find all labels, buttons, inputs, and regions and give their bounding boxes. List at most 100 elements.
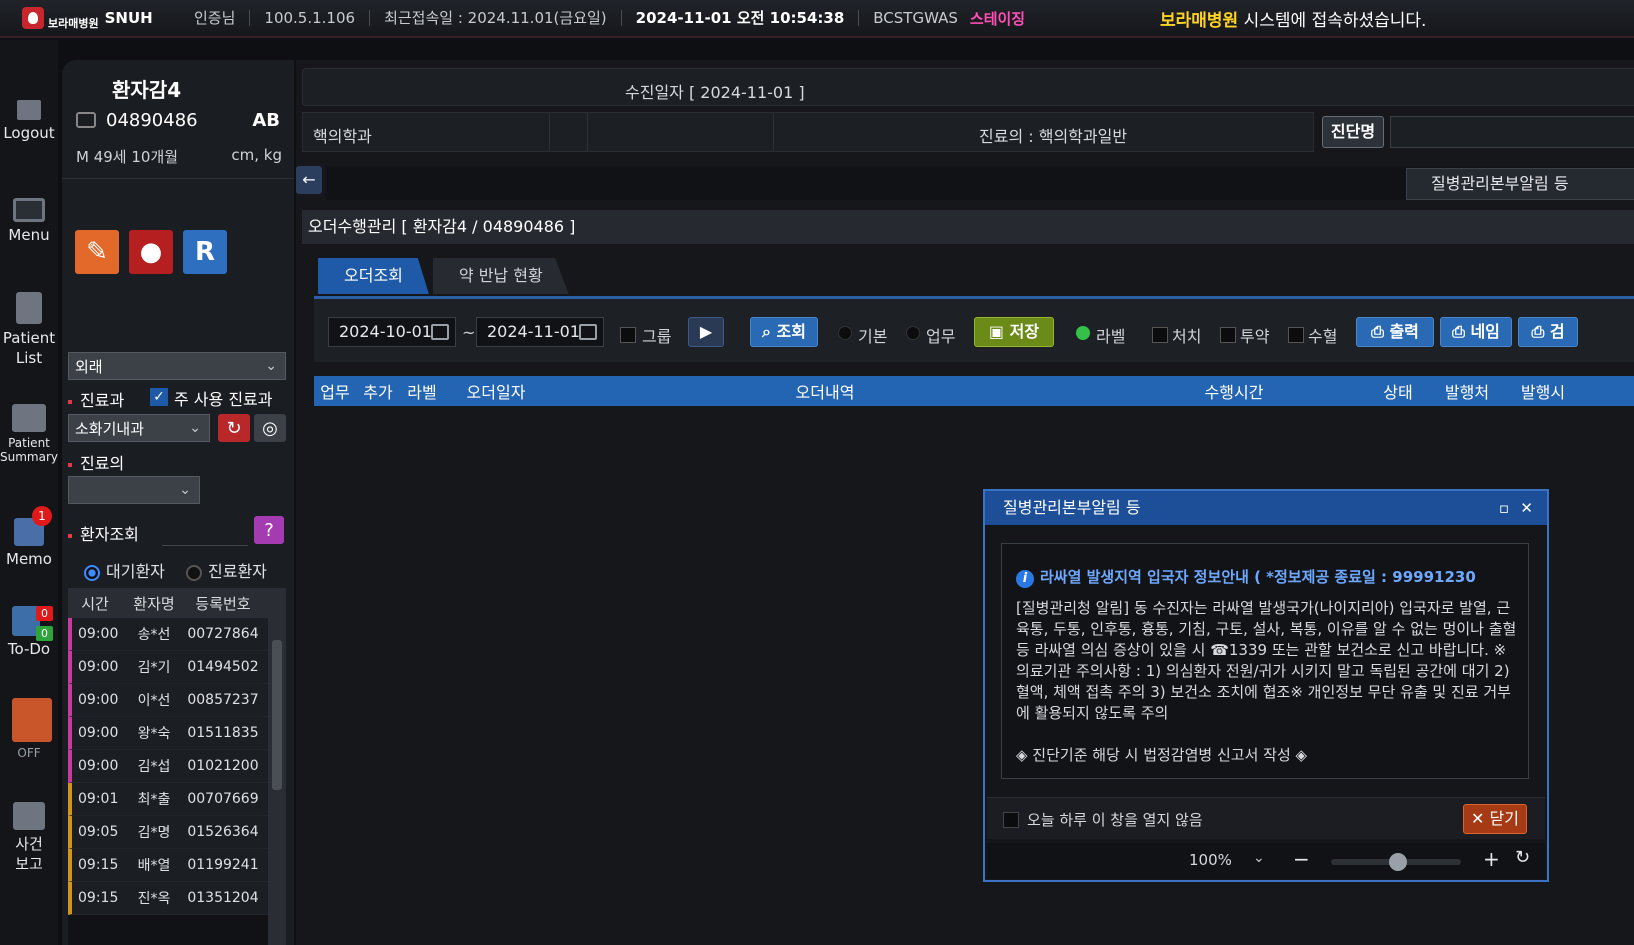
- zoom-slider[interactable]: [1331, 853, 1461, 871]
- order-table-header: 업무 추가 라벨 오더일자 오더내역 수행시간 상태 발행처 발행시: [314, 376, 1634, 406]
- print-button[interactable]: ⎙ 출력: [1356, 317, 1434, 347]
- popup-body: i 라싸열 발생지역 입국자 정보안내 ( *정보제공 종료일 : 9999123…: [1001, 543, 1529, 779]
- zoom-dropdown-icon[interactable]: ⌄: [1253, 850, 1265, 866]
- zoom-out-icon[interactable]: −: [1293, 847, 1310, 871]
- play-button[interactable]: ▶: [688, 317, 724, 347]
- camera-icon[interactable]: [76, 112, 96, 128]
- disease-alert-button[interactable]: 질병관리본부알림 등: [1406, 168, 1634, 200]
- col-order-date: 오더일자: [466, 383, 526, 402]
- col-work: 업무: [320, 383, 350, 402]
- row-time: 09:15: [78, 857, 119, 873]
- table-row[interactable]: 09:15 진*옥 01351204: [68, 882, 286, 915]
- current-datetime: 2024-11-01 오전 10:54:38: [622, 10, 860, 26]
- main-dept-checkbox[interactable]: ✓: [150, 388, 168, 406]
- doctor-label: 진료의: [68, 450, 124, 474]
- dont-show-checkbox[interactable]: [1003, 812, 1019, 828]
- radio-label[interactable]: [1076, 326, 1090, 340]
- divider: [587, 113, 588, 151]
- row-id: 00857237: [187, 692, 259, 708]
- lock-icon: [17, 100, 41, 120]
- nav-patient-summary-label-2: Summary: [0, 450, 58, 464]
- monitor-icon: [13, 198, 45, 222]
- diagnosis-input[interactable]: [1390, 116, 1634, 148]
- tab-order-view[interactable]: 오더조회: [318, 258, 429, 294]
- treat-checkbox[interactable]: [1152, 327, 1168, 343]
- chevron-down-icon: ⌄: [179, 482, 191, 498]
- nav-menu[interactable]: Menu: [0, 198, 58, 244]
- nav-logout[interactable]: Logout: [0, 90, 58, 142]
- zoom-reset-icon[interactable]: ↻: [1515, 847, 1530, 868]
- calendar-icon[interactable]: [579, 324, 597, 340]
- table-row[interactable]: 09:00 송*선 00727864: [68, 618, 286, 651]
- close-button[interactable]: ✕ 닫기: [1463, 804, 1527, 834]
- popup-title: 질병관리본부알림 등: [1003, 498, 1141, 517]
- table-row[interactable]: 09:15 배*열 01199241: [68, 849, 286, 882]
- visit-type-select[interactable]: 외래 ⌄: [68, 352, 286, 380]
- welcome-hospital: 보라매병원: [1160, 11, 1239, 31]
- row-time: 09:00: [78, 692, 119, 708]
- blood-checkbox[interactable]: [1288, 327, 1304, 343]
- zoom-slider-knob[interactable]: [1389, 853, 1407, 871]
- diagnosis-button[interactable]: 진단명: [1322, 116, 1384, 148]
- scrollbar-thumb[interactable]: [272, 640, 282, 790]
- row-name: 진*옥: [137, 891, 171, 907]
- patient-search-button[interactable]: ?: [254, 516, 284, 544]
- name-print-button[interactable]: ⎙ 네임: [1440, 317, 1512, 347]
- dept-label: 진료과: [68, 387, 124, 411]
- nav-patient-summary[interactable]: Patient Summary: [0, 404, 58, 464]
- refresh-button[interactable]: ↻: [218, 414, 250, 442]
- target-button[interactable]: ◎: [254, 414, 286, 442]
- nav-todo[interactable]: 0 0 To-Do: [0, 606, 58, 658]
- nav-memo-label: Memo: [6, 550, 52, 568]
- radio-waiting[interactable]: 대기환자: [84, 558, 165, 582]
- nav-patient-list[interactable]: Patient List: [0, 292, 58, 368]
- patient-units: cm, kg: [231, 146, 282, 164]
- r-badge-icon[interactable]: R: [183, 230, 227, 274]
- close-icon[interactable]: ✕: [1520, 491, 1533, 525]
- row-time: 09:15: [78, 890, 119, 906]
- radio-work[interactable]: [906, 326, 920, 340]
- radio-treated-label: 진료환자: [208, 562, 267, 581]
- radio-basic[interactable]: [838, 326, 852, 340]
- table-row[interactable]: 09:01 최*출 00707669: [68, 783, 286, 816]
- tab-drug-return[interactable]: 약 반납 현황: [432, 258, 569, 294]
- save-button[interactable]: ▣ 저장: [974, 317, 1054, 347]
- order-management-title: 오더수행관리 [ 환자감4 / 04890486 ]: [302, 210, 1634, 244]
- medication-icon[interactable]: ✎: [75, 230, 119, 274]
- calendar-icon[interactable]: [431, 324, 449, 340]
- memo-badge: 1: [32, 506, 52, 526]
- work-label: 업무: [926, 327, 956, 346]
- doctor-select[interactable]: ⌄: [68, 476, 200, 504]
- print-button-label: 출력: [1389, 322, 1419, 341]
- group-checkbox[interactable]: [620, 327, 636, 343]
- table-row[interactable]: 09:00 김*기 01494502: [68, 651, 286, 684]
- welcome-text: 시스템에 접속하셨습니다.: [1238, 11, 1427, 31]
- nav-alarm-toggle[interactable]: OFF: [0, 698, 58, 760]
- blood-drop-icon[interactable]: ●: [129, 230, 173, 274]
- header-id: 등록번호: [195, 594, 251, 613]
- patient-list-table: 시간 환자명 등록번호 09:00 송*선 00727864 09:00 김*기 014…: [68, 588, 286, 945]
- search-button[interactable]: ⌕ 조회: [750, 317, 818, 347]
- dept-select[interactable]: 소화기내과 ⌄: [68, 414, 210, 442]
- row-name: 김*명: [137, 825, 171, 841]
- maximize-icon[interactable]: ▫: [1499, 491, 1509, 525]
- patient-list-scrollbar[interactable]: [268, 618, 286, 945]
- date-to-input[interactable]: 2024-11-01: [476, 317, 604, 347]
- nav-patient-summary-label-1: Patient: [8, 436, 50, 450]
- popup-header: 질병관리본부알림 등 ▫ ✕: [985, 491, 1547, 525]
- med-checkbox[interactable]: [1220, 327, 1236, 343]
- table-row[interactable]: 09:00 이*선 00857237: [68, 684, 286, 717]
- date-from-input[interactable]: 2024-10-01: [328, 317, 456, 347]
- table-row[interactable]: 09:00 왕*숙 01511835: [68, 717, 286, 750]
- table-row[interactable]: 09:00 김*섭 01021200: [68, 750, 286, 783]
- radio-treated[interactable]: 진료환자: [186, 558, 267, 582]
- patient-search-input[interactable]: [162, 516, 248, 546]
- nav-incident-report[interactable]: 사건 보고: [0, 802, 58, 874]
- table-row[interactable]: 09:05 김*명 01526364: [68, 816, 286, 849]
- zoom-in-icon[interactable]: +: [1483, 847, 1500, 871]
- back-arrow-icon[interactable]: ←: [296, 166, 322, 194]
- check-print-button[interactable]: ⎙ 검: [1518, 317, 1578, 347]
- row-id: 00707669: [187, 791, 259, 807]
- chevron-down-icon: ⌄: [189, 420, 201, 436]
- nav-memo[interactable]: 1 Memo: [0, 506, 58, 568]
